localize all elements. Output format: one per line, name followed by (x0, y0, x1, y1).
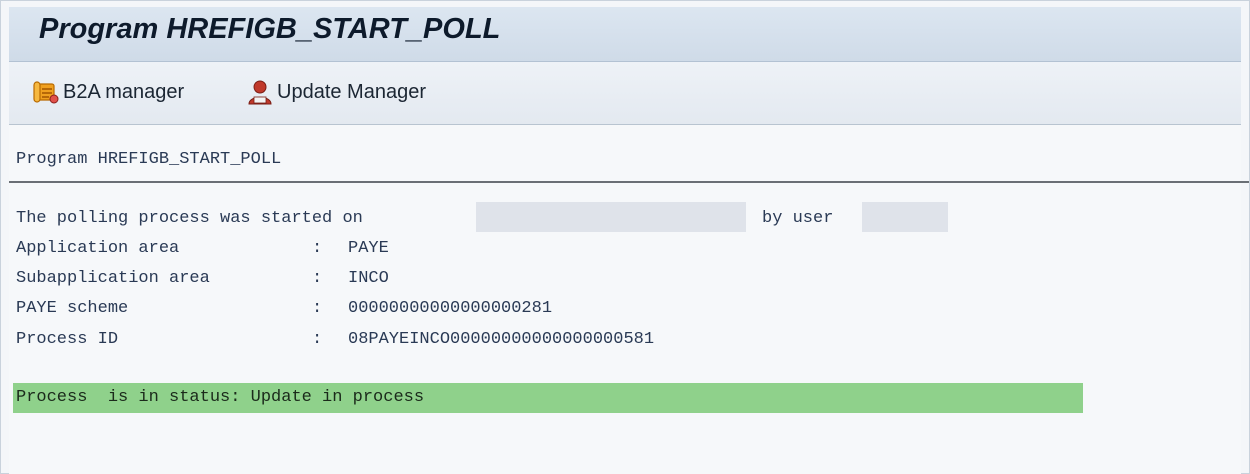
field-row: PAYE scheme : 00000000000000000281 (16, 298, 552, 320)
update-manager-label: Update Manager (277, 80, 426, 103)
field-value: PAYE (348, 239, 389, 258)
window-title: Program HREFIGB_START_POLL (39, 13, 501, 45)
report-output: Program HREFIGB_START_POLL The polling p… (9, 125, 1249, 474)
field-value: INCO (348, 269, 389, 288)
field-label: PAYE scheme (16, 299, 129, 318)
status-message-bar: Process is in status: Update in process (13, 383, 1083, 413)
started-prefix: The polling process was started on (16, 209, 363, 228)
field-colon: : (312, 269, 323, 288)
status-message: Process is in status: Update in process (16, 388, 425, 407)
field-colon: : (312, 239, 323, 258)
field-value: 08PAYEINCO00000000000000000581 (348, 330, 655, 349)
header-separator (9, 181, 1249, 183)
by-user-label: by user (762, 209, 834, 228)
field-row: Subapplication area : INCO (16, 268, 389, 290)
field-row: Application area : PAYE (16, 238, 389, 260)
field-label: Application area (16, 239, 180, 258)
report-header: Program HREFIGB_START_POLL (16, 150, 282, 169)
field-row: Process ID : 08PAYEINCO00000000000000000… (16, 329, 654, 351)
application-toolbar: B2A manager Update Manager (9, 62, 1241, 125)
field-value: 00000000000000000281 (348, 299, 553, 318)
b2a-manager-label: B2A manager (63, 80, 185, 103)
field-label: Process ID (16, 330, 119, 349)
field-label: Subapplication area (16, 269, 210, 288)
sap-window: Program HREFIGB_START_POLL B2A manager U… (0, 0, 1250, 474)
field-colon: : (312, 330, 323, 349)
field-colon: : (312, 299, 323, 318)
started-line: The polling process was started on by us… (16, 202, 948, 232)
update-manager-button[interactable]: Update Manager (247, 76, 426, 108)
b2a-manager-button[interactable]: B2A manager (33, 76, 184, 108)
user-icon (247, 79, 273, 105)
title-bar: Program HREFIGB_START_POLL (9, 7, 1241, 62)
b2a-scroll-icon (33, 79, 59, 105)
redacted-timestamp (476, 202, 746, 232)
redacted-username (862, 202, 948, 232)
